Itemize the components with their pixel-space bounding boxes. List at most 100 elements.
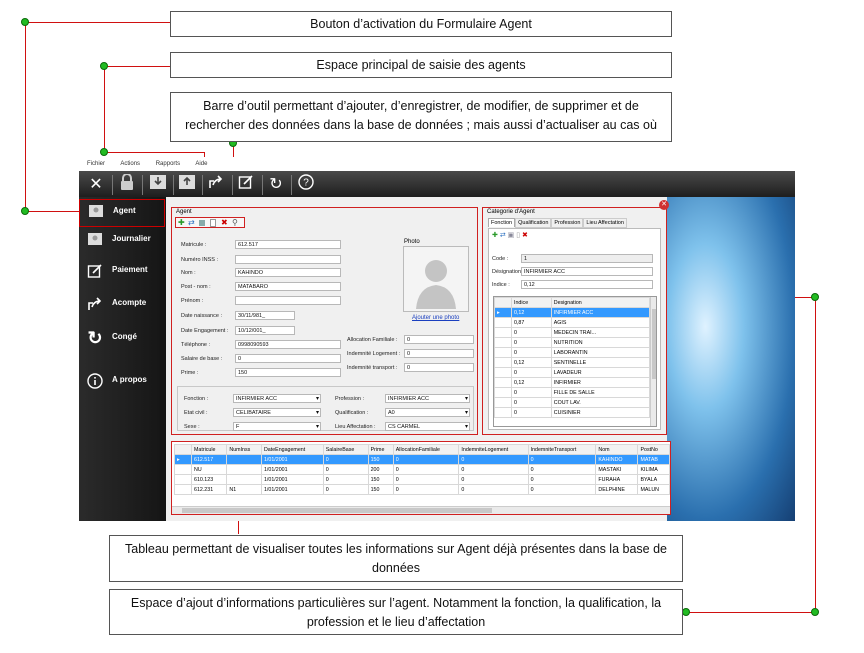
- table-header[interactable]: NumInss: [226, 444, 262, 455]
- menu-aide[interactable]: Aide: [195, 161, 207, 167]
- sidebar-item-apropos[interactable]: A propos: [79, 369, 164, 397]
- table-cell[interactable]: 0: [322, 454, 369, 465]
- tab-profession[interactable]: Profession: [551, 218, 584, 228]
- table-cell[interactable]: 150: [367, 484, 394, 495]
- table-cell[interactable]: FURAHA: [595, 474, 639, 485]
- grid-row[interactable]: 0 NUTRITION: [494, 337, 651, 348]
- select-qualification[interactable]: A0: [385, 408, 470, 417]
- table-cell[interactable]: 0: [458, 454, 529, 465]
- row-selector[interactable]: [494, 347, 512, 358]
- menu-fichier[interactable]: Fichier: [87, 161, 105, 167]
- grid-cell[interactable]: 0: [511, 327, 552, 338]
- delete-icon[interactable]: ✖: [522, 232, 528, 239]
- download-icon[interactable]: [147, 174, 169, 196]
- grid-cell[interactable]: FILLE DE SALLE: [550, 387, 651, 398]
- table-cell[interactable]: [226, 464, 262, 475]
- table-cell[interactable]: MATAB: [637, 454, 670, 465]
- tab-lieu-affectation[interactable]: Lieu Affectation: [583, 218, 627, 228]
- disk-icon[interactable]: [199, 220, 205, 226]
- table-cell[interactable]: 0: [392, 474, 460, 485]
- add-icon[interactable]: ✚: [178, 218, 185, 227]
- share-icon[interactable]: [205, 174, 227, 196]
- grid-row[interactable]: 0 LABORANTIN: [494, 347, 651, 358]
- grid-cell[interactable]: 0: [511, 347, 552, 358]
- grid-row[interactable]: ▸ 0,12 INFIRMIER ACC: [494, 307, 651, 318]
- table-cell[interactable]: N1: [226, 484, 262, 495]
- sidebar-item-journalier[interactable]: Journalier: [79, 228, 164, 256]
- input-allocation-familiale[interactable]: 0: [404, 335, 474, 344]
- table-cell[interactable]: [226, 474, 262, 485]
- select-etat-civil[interactable]: CELIBATAIRE: [233, 408, 321, 417]
- help-icon[interactable]: ?: [295, 174, 317, 196]
- table-header[interactable]: IndemniteLogement: [458, 444, 529, 455]
- document-icon[interactable]: ▯: [516, 232, 520, 239]
- select-fonction[interactable]: INFIRMIER ACC: [233, 394, 321, 403]
- grid-cell[interactable]: LAVADEUR: [550, 367, 651, 378]
- row-selector[interactable]: [494, 407, 512, 418]
- grid-cell[interactable]: SENTINELLE: [550, 357, 651, 368]
- row-selector[interactable]: [494, 397, 512, 408]
- table-header[interactable]: AllocationFamiliale: [392, 444, 460, 455]
- table-cell[interactable]: MASTAKI: [595, 464, 639, 475]
- table-cell[interactable]: 612.231: [190, 484, 228, 495]
- select-lieu-affectation[interactable]: CS CARMEL: [385, 422, 470, 431]
- refresh-icon[interactable]: ↻: [265, 174, 287, 196]
- row-selector[interactable]: [494, 377, 512, 388]
- grid-row[interactable]: 0 COUT LAV.: [494, 397, 651, 408]
- grid-cell[interactable]: 0: [511, 387, 552, 398]
- table-header[interactable]: Nom: [595, 444, 639, 455]
- document-icon[interactable]: [210, 219, 216, 227]
- input-prime[interactable]: 150: [235, 368, 341, 377]
- grid-header-designation[interactable]: Designation: [550, 297, 651, 308]
- table-cell[interactable]: 0: [322, 484, 369, 495]
- table-cell[interactable]: 1/01/2001: [260, 454, 324, 465]
- table-cell[interactable]: 0: [458, 474, 529, 485]
- horizontal-scrollbar[interactable]: [172, 506, 670, 514]
- row-selector[interactable]: [494, 387, 512, 398]
- table-cell[interactable]: 150: [367, 454, 394, 465]
- row-selector[interactable]: [494, 337, 512, 348]
- grid-cell[interactable]: 0,12: [511, 357, 552, 368]
- grid-cell[interactable]: 0: [511, 337, 552, 348]
- input-indemnite-logement[interactable]: 0: [404, 349, 474, 358]
- row-selector[interactable]: ▸: [494, 307, 512, 318]
- table-cell[interactable]: [226, 454, 262, 465]
- table-cell[interactable]: 610.123: [190, 474, 228, 485]
- scrollbar-thumb[interactable]: [652, 309, 656, 379]
- table-cell[interactable]: 1/01/2001: [260, 464, 324, 475]
- sidebar-item-conge[interactable]: ↻ Congé: [79, 326, 164, 354]
- table-header[interactable]: Prime: [367, 444, 394, 455]
- table-cell[interactable]: 0: [458, 484, 529, 495]
- table-header[interactable]: SalaireBase: [322, 444, 369, 455]
- grid-row[interactable]: 0,12 INFIRMIER: [494, 377, 651, 388]
- select-profession[interactable]: INFIRMIER ACC: [385, 394, 470, 403]
- table-header[interactable]: IndemniteTransport: [527, 444, 597, 455]
- grid-row[interactable]: 0 MEDECIN TRAI...: [494, 327, 651, 338]
- row-selector[interactable]: [174, 474, 192, 485]
- tab-qualification[interactable]: Qualification: [515, 218, 552, 228]
- lock-icon[interactable]: [116, 173, 138, 196]
- input-inss[interactable]: [235, 255, 341, 264]
- grid-cell[interactable]: 0: [511, 407, 552, 418]
- sidebar-item-acompte[interactable]: Acompte: [79, 292, 164, 320]
- grid-cell[interactable]: INFIRMIER ACC: [550, 307, 651, 318]
- grid-header-indice[interactable]: Indice: [511, 297, 552, 308]
- grid-row[interactable]: 0,87 AGIS: [494, 317, 651, 328]
- table-row[interactable]: 612.231 N1 1/01/2001 0 150 0 0 0 DELPHINE MALUN: [174, 484, 670, 495]
- input-telephone[interactable]: 0998090593: [235, 340, 341, 349]
- table-header[interactable]: PostNo: [637, 444, 670, 455]
- table-cell[interactable]: 1/01/2001: [260, 484, 324, 495]
- table-cell[interactable]: DELPHINE: [595, 484, 639, 495]
- sidebar-item-agent[interactable]: Agent: [79, 199, 165, 227]
- table-row[interactable]: 610.123 1/01/2001 0 150 0 0 0 FURAHA BYALA: [174, 474, 670, 485]
- table-cell[interactable]: 150: [367, 474, 394, 485]
- grid-cell[interactable]: LABORANTIN: [550, 347, 651, 358]
- input-code[interactable]: 1: [521, 254, 653, 263]
- input-indice[interactable]: 0,12: [521, 280, 653, 289]
- search-icon[interactable]: ⚲: [232, 218, 238, 227]
- row-selector[interactable]: [494, 357, 512, 368]
- row-selector[interactable]: [174, 464, 192, 475]
- row-selector[interactable]: [494, 367, 512, 378]
- grid-cell[interactable]: AGIS: [550, 317, 651, 328]
- grid-cell[interactable]: 0,87: [511, 317, 552, 328]
